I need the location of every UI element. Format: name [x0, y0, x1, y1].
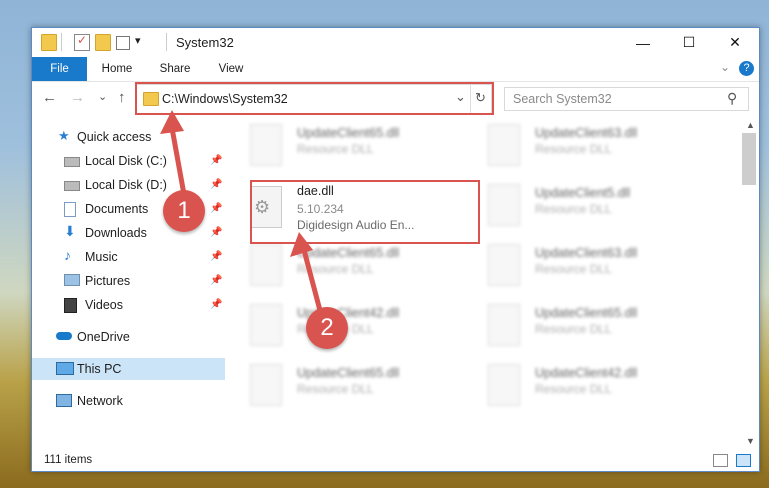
- arrow-2-head: [290, 232, 313, 257]
- step-2-badge: 2: [306, 307, 348, 349]
- step-1-badge: 1: [163, 190, 205, 232]
- annotation-arrows: [160, 110, 325, 319]
- arrow-1-head: [160, 110, 184, 134]
